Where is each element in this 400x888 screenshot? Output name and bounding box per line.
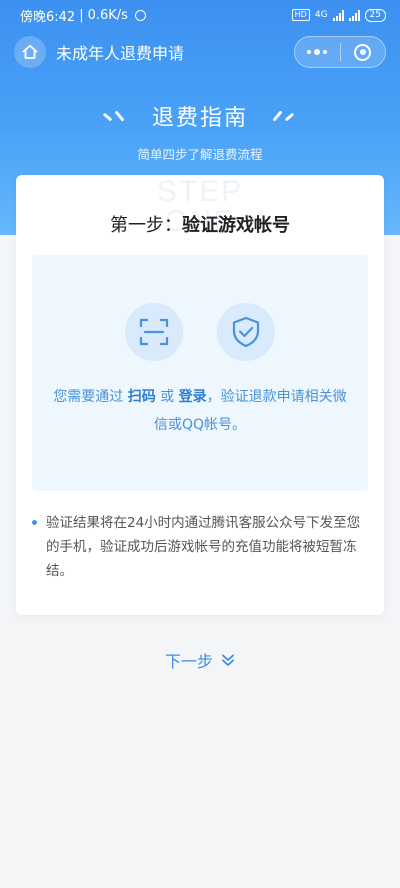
target-icon[interactable]	[341, 37, 386, 67]
page-title: 未成年人退费申请	[56, 44, 185, 63]
scan-icon[interactable]	[125, 303, 183, 361]
step-card: STEP ONE 第一步：验证游戏帐号 您需要通过 扫码 或 登录，验证退款申请…	[16, 175, 384, 615]
next-step-button[interactable]: 下一步	[0, 648, 400, 672]
double-chevron-down-icon	[221, 653, 235, 667]
step-prefix: 第一步：	[110, 215, 182, 236]
network-label: 4G	[314, 10, 328, 20]
guide-title: 退费指南	[151, 106, 248, 131]
note-text: 验证结果将在24小时内通过腾讯客服公众号下发至您的手机，验证成功后游戏帐号的充值…	[46, 515, 361, 579]
status-separator: |	[79, 7, 84, 23]
right-decoration-icon	[266, 106, 300, 126]
status-time: 傍晚6:42	[20, 9, 76, 25]
status-speed: 0.6K/s	[87, 7, 128, 23]
verify-note: 验证结果将在24小时内通过腾讯客服公众号下发至您的手机，验证成功后游戏帐号的充值…	[32, 511, 368, 583]
left-decoration-icon	[100, 106, 134, 126]
next-step-label: 下一步	[164, 652, 213, 671]
hd-label: HD	[291, 9, 310, 21]
signal-icon-2	[348, 9, 360, 21]
status-bar: 傍晚6:42 | 0.6K/s HD 4G 25	[0, 0, 400, 30]
login-link[interactable]: 登录	[179, 389, 207, 405]
home-icon[interactable]	[14, 36, 46, 68]
alarm-icon	[134, 9, 146, 21]
shield-check-icon[interactable]	[217, 303, 275, 361]
bullet-icon	[32, 520, 37, 525]
nav-bar: 未成年人退费申请	[0, 32, 400, 72]
verify-panel: 您需要通过 扫码 或 登录，验证退款申请相关微信或QQ帐号。	[32, 255, 368, 491]
guide-subtitle: 简单四步了解退费流程	[137, 147, 263, 162]
guide-heading: 退费指南	[0, 100, 400, 132]
step-title: 第一步：验证游戏帐号	[16, 211, 384, 237]
step-name: 验证游戏帐号	[182, 215, 290, 236]
scan-link[interactable]: 扫码	[128, 389, 156, 405]
mini-program-capsule	[294, 36, 386, 68]
more-dots-icon[interactable]	[295, 37, 340, 67]
verify-instruction: 您需要通过 扫码 或 登录，验证退款申请相关微信或QQ帐号。	[53, 389, 347, 433]
battery-icon: 25	[364, 8, 386, 22]
signal-icon	[332, 9, 344, 21]
